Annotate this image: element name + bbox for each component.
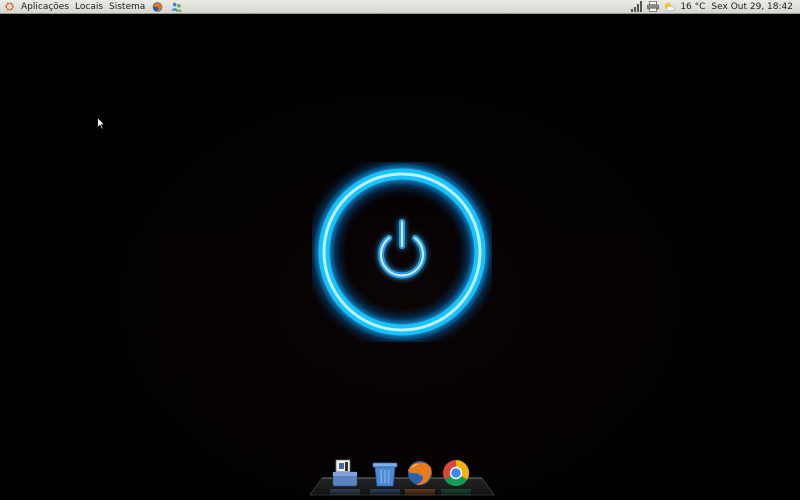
menu-places[interactable]: Locais <box>72 0 106 14</box>
panel-left: Aplicações Locais Sistema <box>0 0 186 14</box>
weather-sun-icon[interactable] <box>663 1 676 12</box>
trash-icon[interactable] <box>370 458 400 488</box>
menu-system[interactable]: Sistema <box>106 0 148 14</box>
desktop[interactable]: Aplicações Locais Sistema 16 °C Sex Out … <box>0 0 800 500</box>
documents-icon[interactable] <box>330 458 360 488</box>
ubuntu-logo-icon[interactable] <box>4 1 15 12</box>
network-signal-icon[interactable] <box>631 1 643 12</box>
mouse-cursor-icon <box>97 117 105 130</box>
chrome-icon[interactable] <box>441 458 471 488</box>
people-launcher-icon[interactable] <box>170 1 183 13</box>
panel-right: 16 °C Sex Out 29, 18:42 <box>629 0 800 14</box>
documents-reflection <box>330 489 360 497</box>
top-panel: Aplicações Locais Sistema 16 °C Sex Out … <box>0 0 800 14</box>
power-button-icon <box>314 164 490 340</box>
printer-icon[interactable] <box>647 1 660 12</box>
clock[interactable]: Sex Out 29, 18:42 <box>708 0 796 14</box>
menu-applications[interactable]: Aplicações <box>18 0 72 14</box>
trash-reflection <box>370 489 400 497</box>
weather-temperature[interactable]: 16 °C <box>677 0 708 14</box>
firefox-reflection <box>405 489 435 497</box>
firefox-launcher-icon[interactable] <box>151 1 164 13</box>
chrome-reflection <box>441 489 471 497</box>
firefox-icon[interactable] <box>405 458 435 488</box>
